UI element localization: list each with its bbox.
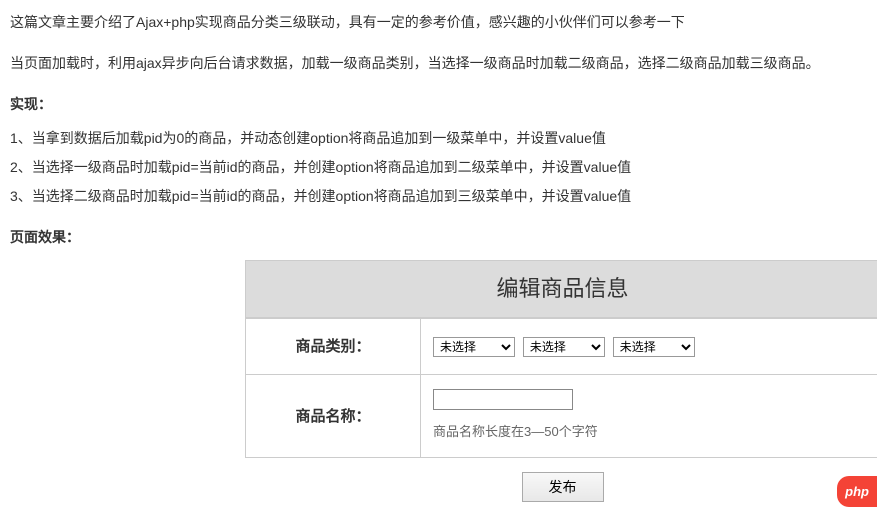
step-2: 2、当选择一级商品时加载pid=当前id的商品，并创建option将商品追加到二… bbox=[10, 155, 867, 180]
table-row: 商品类别： 未选择 未选择 未选择 bbox=[246, 318, 877, 374]
article-intro: 这篇文章主要介绍了Ajax+php实现商品分类三级联动，具有一定的参考价值，感兴… bbox=[10, 10, 867, 35]
submit-row: 发布 bbox=[245, 458, 877, 516]
step-1: 1、当拿到数据后加载pid为0的商品，并动态创建option将商品追加到一级菜单… bbox=[10, 126, 867, 151]
php-logo-badge: php bbox=[837, 476, 877, 507]
table-row: 商品名称： 商品名称长度在3—50个字符 bbox=[246, 374, 877, 457]
category-select-1[interactable]: 未选择 bbox=[433, 337, 515, 357]
form-table: 商品类别： 未选择 未选择 未选择 商品名称： 商品名称长度在3—50个字符 bbox=[245, 318, 877, 458]
impl-heading: 实现： bbox=[10, 92, 867, 117]
name-field: 商品名称长度在3—50个字符 bbox=[421, 374, 877, 457]
category-field: 未选择 未选择 未选择 bbox=[421, 318, 877, 374]
form-preview: 编辑商品信息 商品类别： 未选择 未选择 未选择 商品名称： 商品名称长度在3—… bbox=[245, 260, 877, 516]
step-3: 3、当选择二级商品时加载pid=当前id的商品，并创建option将商品追加到三… bbox=[10, 184, 867, 209]
submit-button[interactable]: 发布 bbox=[522, 472, 604, 502]
article-desc: 当页面加载时，利用ajax异步向后台请求数据，加载一级商品类别，当选择一级商品时… bbox=[10, 51, 867, 76]
effect-heading: 页面效果： bbox=[10, 225, 867, 250]
category-select-3[interactable]: 未选择 bbox=[613, 337, 695, 357]
product-name-input[interactable] bbox=[433, 389, 573, 410]
name-hint: 商品名称长度在3—50个字符 bbox=[433, 420, 867, 443]
form-title: 编辑商品信息 bbox=[245, 260, 877, 318]
category-label: 商品类别： bbox=[246, 318, 421, 374]
category-select-2[interactable]: 未选择 bbox=[523, 337, 605, 357]
name-label: 商品名称： bbox=[246, 374, 421, 457]
